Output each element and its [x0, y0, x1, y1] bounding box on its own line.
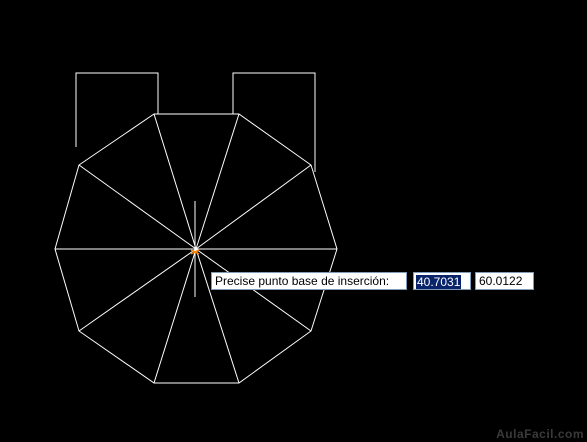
y-coordinate-value[interactable]: 60.0122	[479, 274, 522, 288]
left-rectangle	[75, 72, 159, 147]
x-coordinate-value[interactable]: 40.7031	[416, 275, 462, 289]
command-prompt-tooltip: Precise punto base de inserción:	[211, 272, 407, 290]
x-coordinate-input[interactable]: 40.7031	[413, 272, 471, 290]
y-coordinate-input[interactable]: 60.0122	[475, 272, 534, 290]
cad-drawing-area[interactable]: Precise punto base de inserción: 40.7031…	[0, 0, 587, 442]
drawing-canvas[interactable]	[0, 0, 587, 442]
watermark-logo: AulaFacil.com	[496, 427, 584, 441]
prompt-label: Precise punto base de inserción:	[215, 274, 390, 288]
right-rectangle	[232, 72, 316, 172]
